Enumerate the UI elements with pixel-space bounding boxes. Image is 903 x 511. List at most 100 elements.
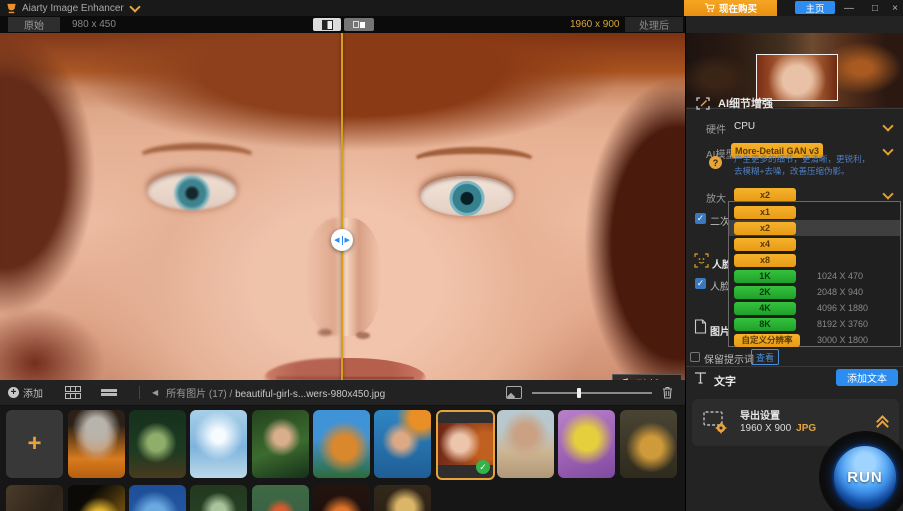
thumbnail-anime-sky-girl[interactable] — [190, 410, 247, 478]
plus-icon: + — [8, 387, 19, 398]
keep-prompt-label: 保留提示词 — [704, 351, 754, 366]
upscale-label: 放大 — [706, 190, 726, 205]
filled-square-icon — [360, 22, 365, 28]
thumbnail-add-tile[interactable]: + — [6, 410, 63, 478]
thumbnail-selected-redhead[interactable]: ✓ — [436, 410, 495, 480]
chevron-down-icon[interactable] — [882, 144, 893, 155]
image-section-label: 图片 — [710, 323, 728, 338]
export-format: JPG — [796, 423, 816, 434]
add-text-button[interactable]: 添加文本 — [836, 369, 898, 386]
thumbnail-blue-flowers[interactable] — [129, 485, 186, 511]
export-title: 导出设置 — [740, 407, 780, 422]
upscale-option-8k[interactable]: 8K8192 X 3760 — [729, 316, 900, 332]
navigator-viewport-rect[interactable] — [756, 54, 838, 101]
chevron-down-icon[interactable] — [129, 1, 140, 12]
text-section-label: 文字 — [714, 373, 736, 389]
thumbnail-glowing-butterfly[interactable] — [68, 485, 125, 511]
maximize-button[interactable]: □ — [866, 0, 884, 16]
thumbnail-green-creature[interactable] — [129, 410, 186, 478]
secondary-enhance-label: 二次 — [710, 213, 728, 228]
grid-view-button[interactable] — [65, 386, 79, 399]
app-window: Aiarty Image Enhancer 现在购买 主页 — □ × 原始 9… — [0, 0, 903, 511]
face-section-icon — [694, 253, 709, 268]
section-ai-detail: AI细节增强 — [696, 95, 773, 111]
thumbnail-old-man[interactable] — [68, 410, 125, 478]
face-enhance-checkbox[interactable]: ✓ — [695, 278, 706, 289]
arrow-right-icon: ▶ — [345, 237, 350, 244]
thumbnail-colorful-creature[interactable] — [252, 485, 309, 511]
thumbnail-blonde-girl[interactable] — [374, 485, 431, 511]
thumbnail-fantasy-squirrel[interactable] — [313, 410, 370, 478]
home-button[interactable]: 主页 — [795, 1, 835, 14]
breadcrumb-filename: beautiful-girl-s...wers-980x450.jpg — [235, 389, 385, 400]
close-button[interactable]: × — [886, 0, 903, 16]
slider-knob[interactable] — [577, 388, 581, 398]
thumbnail-flower-woman[interactable] — [374, 410, 431, 478]
keep-prompt-checkbox[interactable] — [690, 352, 700, 362]
minimize-button[interactable]: — — [840, 0, 858, 16]
processed-view-button[interactable]: 处理后 — [625, 17, 683, 32]
model-description-line2: 去模糊+去噪，改善压缩伪影。 — [734, 165, 849, 177]
face-section-label: 人脸 — [712, 256, 728, 271]
split-drag-handle[interactable]: ◀ ▶ — [331, 229, 353, 251]
thumbnail-butterfly-flowers[interactable] — [620, 410, 677, 478]
text-tool-icon — [694, 372, 707, 384]
delete-button[interactable] — [662, 386, 673, 399]
settings-panel: AI细节增强 硬件 CPU AI模型 More-Detail GAN v3 ? … — [685, 16, 903, 511]
buy-now-label: 现在购买 — [719, 1, 757, 15]
run-button[interactable]: RUN — [832, 444, 898, 510]
upscale-option-1k[interactable]: 1K1024 X 470 — [729, 268, 900, 284]
thumbnail-yellow-bird[interactable] — [558, 410, 615, 478]
upscale-option-x4[interactable]: x4 — [729, 236, 900, 252]
back-arrow-icon[interactable]: ◀ — [152, 388, 158, 397]
model-description-line1: 产生更多的细节，更清晰，更锐利， — [734, 153, 870, 165]
original-view-button[interactable]: 原始 — [8, 17, 60, 32]
thumbnail-size-slider[interactable] — [532, 392, 652, 394]
detail-enhance-icon — [696, 97, 710, 110]
buy-now-button[interactable]: 现在购买 — [684, 0, 777, 16]
cart-icon — [704, 3, 715, 13]
thumbnail-image — [438, 423, 493, 465]
split-compare-toggle[interactable] — [313, 18, 341, 31]
chevron-down-icon[interactable] — [882, 120, 893, 131]
secondary-enhance-checkbox[interactable]: ✓ — [695, 213, 706, 224]
chevron-down-icon[interactable] — [882, 188, 893, 199]
right-eyebrow — [412, 147, 536, 175]
add-images-button[interactable]: + 添加 — [8, 385, 43, 400]
thumbnail-green-jar[interactable] — [190, 485, 247, 511]
view-prompt-button[interactable]: 查看 — [751, 349, 779, 365]
hardware-select[interactable]: CPU — [734, 121, 755, 132]
help-icon[interactable]: ? — [709, 156, 722, 169]
selected-check-icon: ✓ — [476, 460, 490, 474]
upscale-dropdown-menu: x1 x2 x4 x8 1K1024 X 470 2K2048 X 940 4K… — [728, 201, 901, 347]
export-size: 1960 X 900JPG — [740, 423, 816, 434]
upscale-option-custom[interactable]: 自定义分辨率3000 X 1800 — [729, 332, 900, 348]
right-eye — [420, 176, 514, 216]
upscale-option-x8[interactable]: x8 — [729, 252, 900, 268]
upscale-option-x1[interactable]: x1 — [729, 204, 900, 220]
filmstrip: + ✓ — [0, 405, 685, 511]
breadcrumb[interactable]: 所有图片 (17) / beautiful-girl-s...wers-980x… — [166, 385, 385, 400]
title-bar: Aiarty Image Enhancer 现在购买 主页 — □ × — [0, 0, 903, 16]
upscale-select[interactable]: x2 — [734, 188, 796, 202]
section-title: AI细节增强 — [718, 95, 773, 111]
original-half-overlay — [0, 33, 342, 380]
divider — [686, 366, 903, 367]
upscale-option-4k[interactable]: 4K4096 X 1880 — [729, 300, 900, 316]
thumbnail-fire-creature[interactable] — [313, 485, 370, 511]
result-size-label: 1960 x 900 — [570, 19, 620, 30]
thumbnail-beach-woman[interactable] — [497, 410, 554, 478]
list-view-button[interactable] — [101, 389, 115, 396]
upscale-option-x2[interactable]: x2 — [729, 220, 900, 236]
side-by-side-toggle[interactable] — [344, 18, 374, 31]
upscale-option-2k[interactable]: 2K2048 X 940 — [729, 284, 900, 300]
outline-square-icon — [353, 21, 359, 28]
app-logo-icon — [6, 3, 17, 14]
right-nostril — [356, 332, 370, 339]
split-divider-line[interactable] — [341, 33, 343, 380]
export-settings-icon — [702, 409, 728, 435]
thumbnail-leaf-girl[interactable] — [252, 410, 309, 478]
view-toolbar: 原始 980 x 450 1960 x 900 处理后 — [0, 16, 685, 33]
thumbnail-nature-dark[interactable] — [6, 485, 63, 511]
breadcrumb-group: 所有图片 (17) — [166, 389, 227, 400]
